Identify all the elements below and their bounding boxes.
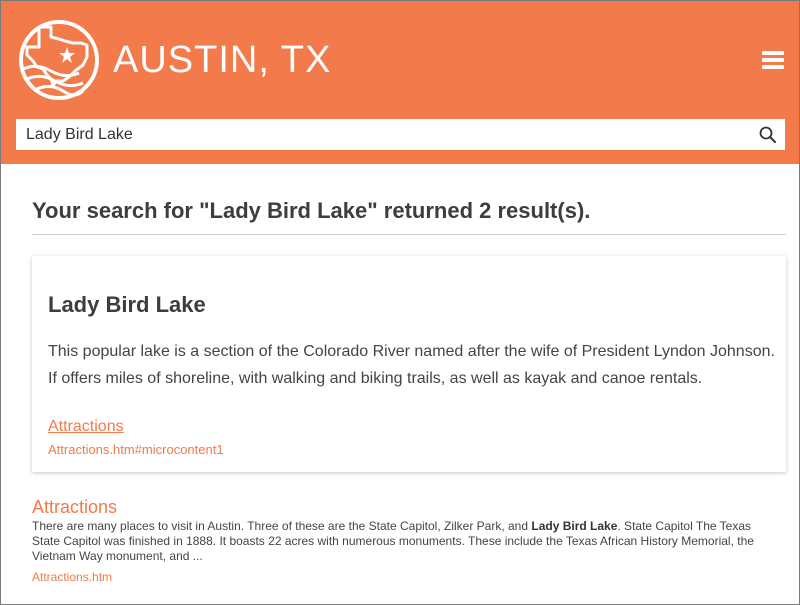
snippet-highlight: Lady Bird Lake <box>531 519 618 533</box>
site-title: AUSTIN, TX <box>113 39 332 81</box>
search-input[interactable] <box>16 119 746 150</box>
result-title-link[interactable]: Attractions <box>32 497 117 518</box>
search-bar <box>16 119 785 150</box>
featured-result-link[interactable]: Attractions <box>48 418 124 436</box>
featured-result-url: Attractions.htm#microcontent1 <box>48 442 224 457</box>
result-url: Attractions.htm <box>32 570 113 584</box>
texas-star-logo-icon[interactable] <box>17 15 101 105</box>
divider <box>32 234 786 235</box>
snippet-text: There are many places to visit in Austin… <box>32 519 532 533</box>
site-header: AUSTIN, TX <box>1 1 799 164</box>
hamburger-menu-icon[interactable] <box>762 51 786 71</box>
search-icon[interactable] <box>758 125 778 145</box>
result-snippet: There are many places to visit in Austin… <box>32 519 772 564</box>
featured-result-description: This popular lake is a section of the Co… <box>48 343 775 387</box>
featured-result-title: Lady Bird Lake <box>48 292 206 317</box>
results-heading: Your search for "Lady Bird Lake" returne… <box>32 198 591 223</box>
featured-result-card: Lady Bird Lake This popular lake is a se… <box>32 256 786 472</box>
